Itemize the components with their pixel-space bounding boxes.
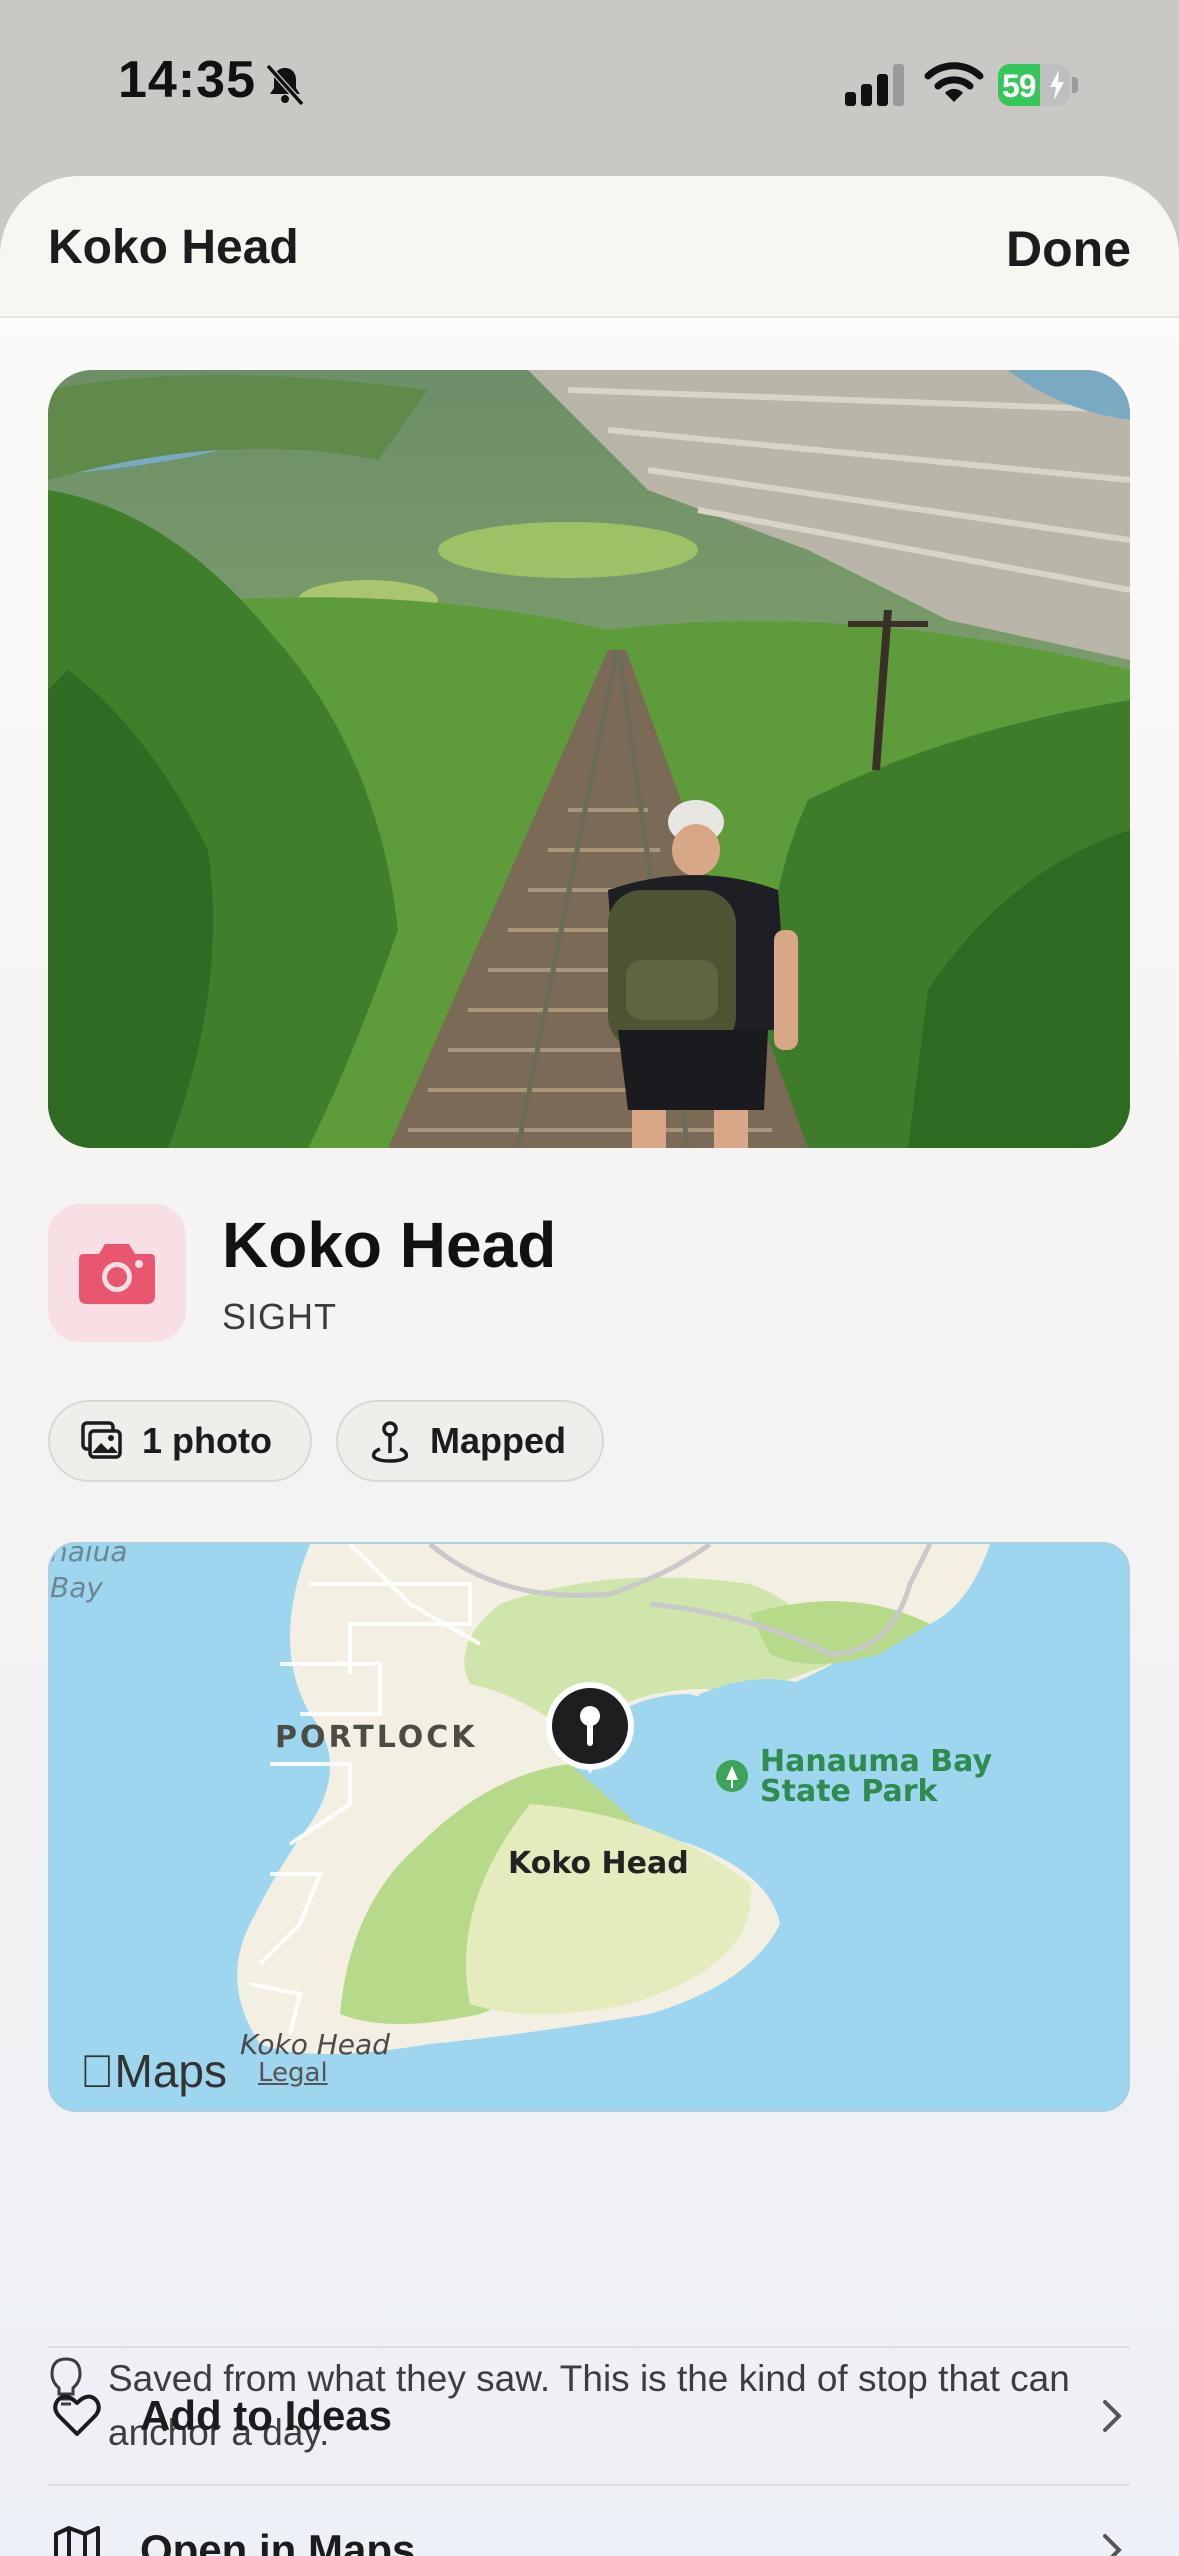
category-icon-tile xyxy=(48,1204,186,1342)
mapped-chip-label: Mapped xyxy=(430,1420,567,1461)
photos-icon xyxy=(81,1421,122,1459)
battery-charging-icon: 59 xyxy=(998,64,1080,108)
sheet-title: Koko Head xyxy=(48,221,299,274)
map-label-portlock: PORTLOCK xyxy=(275,1720,478,1755)
apple-logo-icon:  xyxy=(80,2045,115,2097)
photos-chip[interactable]: 1 photo xyxy=(48,1400,312,1482)
open-in-maps-row[interactable]: Open in Maps xyxy=(0,2486,1179,2556)
place-photo[interactable] xyxy=(48,370,1130,1148)
maps-logo: Maps xyxy=(80,2044,227,2098)
legal-link[interactable]: Legal xyxy=(258,2058,328,2088)
map-icon xyxy=(54,2526,100,2556)
mapped-chip[interactable]: Mapped xyxy=(336,1400,604,1482)
add-to-ideas-row[interactable]: Add to Ideas xyxy=(0,2348,1179,2484)
heart-icon xyxy=(53,2394,101,2436)
maps-logo-text: Maps xyxy=(80,2045,227,2097)
battery-percent: 59 xyxy=(1002,68,1037,104)
bell-slash-icon xyxy=(265,63,305,107)
open-in-maps-label: Open in Maps xyxy=(140,2526,416,2556)
map-label-water: Koko Head xyxy=(240,2028,390,2061)
place-name: Koko Head xyxy=(222,1209,557,1281)
done-button[interactable]: Done xyxy=(1006,220,1131,278)
map-preview[interactable]: PORTLOCK Koko Head Hanauma Bay State Par… xyxy=(48,1542,1130,2112)
map-label-park-line1: Hanauma Bay xyxy=(760,1744,993,1779)
place-detail-sheet: Koko Head Done Koko Head SIGHT 1 photo M… xyxy=(0,176,1179,2556)
chevron-right-icon xyxy=(1103,2400,1122,2432)
status-bar: 14:35 59 xyxy=(0,0,1179,176)
map-label-bay: naiua Bay xyxy=(50,1542,128,1604)
map-pin-icon xyxy=(371,1421,409,1463)
add-to-ideas-label: Add to Ideas xyxy=(140,2392,393,2439)
camera-icon xyxy=(79,1244,155,1304)
map-label-park: Hanauma Bay State Park xyxy=(760,1747,992,1807)
place-category: SIGHT xyxy=(222,1296,338,1337)
chevron-right-icon xyxy=(1103,2534,1122,2556)
status-time: 14:35 xyxy=(118,51,256,109)
map-label-pin: Koko Head xyxy=(508,1846,689,1881)
wifi-icon xyxy=(924,62,984,102)
map-label-park-line2: State Park xyxy=(760,1774,938,1809)
photos-chip-label: 1 photo xyxy=(142,1420,272,1461)
sheet-header: Koko Head Done xyxy=(0,176,1179,318)
cellular-signal-icon xyxy=(845,64,904,106)
